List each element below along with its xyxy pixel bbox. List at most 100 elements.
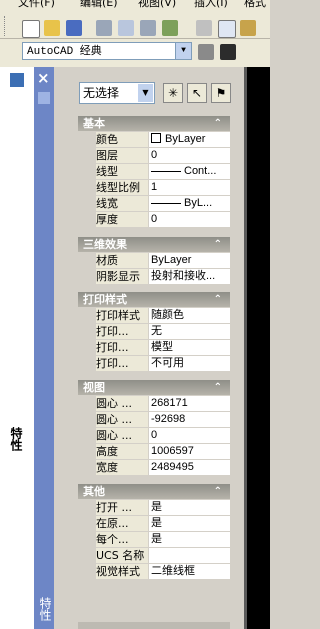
property-row[interactable]: 图层 0 xyxy=(78,147,230,163)
property-value[interactable]: 1 xyxy=(149,180,230,195)
menu-format[interactable]: 格式 xyxy=(244,0,266,8)
menu-view[interactable]: 视图(V) xyxy=(138,0,176,8)
group-title: 打印样式 xyxy=(83,293,127,306)
standard-toolbar xyxy=(0,8,270,39)
property-value[interactable]: 二维线框 xyxy=(149,564,230,579)
color-swatch-icon xyxy=(151,133,161,143)
property-row[interactable]: 打印... 无 xyxy=(78,323,230,339)
collapse-chevron-icon[interactable]: ⌃ xyxy=(214,484,222,499)
group-header[interactable]: 视图 ⌃ xyxy=(78,380,230,395)
property-value[interactable]: 0 xyxy=(149,428,230,443)
select-objects-icon[interactable]: ↖ xyxy=(187,83,207,103)
drawing-canvas[interactable] xyxy=(244,67,270,629)
copy-icon[interactable] xyxy=(218,20,236,38)
collapse-chevron-icon[interactable]: ⌃ xyxy=(214,292,222,307)
palette-title-bar[interactable]: × 特性 xyxy=(34,67,54,629)
paste-icon[interactable] xyxy=(240,20,256,36)
property-row[interactable]: 每个... 是 xyxy=(78,531,230,547)
menu-insert[interactable]: 插入(I) xyxy=(194,0,228,8)
property-value[interactable]: 268171 xyxy=(149,396,230,411)
property-value-text: 模型 xyxy=(151,341,173,353)
quick-select-icon[interactable]: ⚑ xyxy=(211,83,231,103)
palette-title: 特性 xyxy=(9,427,23,451)
property-value[interactable]: 0 xyxy=(149,148,230,163)
group-header[interactable]: 打印样式 ⌃ xyxy=(78,292,230,307)
property-label: 视觉样式 xyxy=(96,564,148,579)
toggle-pickadd-icon[interactable]: ✳ xyxy=(163,83,183,103)
property-value[interactable]: 是 xyxy=(149,532,230,547)
property-group: 三维效果 ⌃ 材质 ByLayer 阴影显示 投射和接收... xyxy=(78,237,230,284)
selection-dropdown[interactable]: 无选择 ▼ xyxy=(79,82,155,104)
property-row[interactable]: 材质 ByLayer xyxy=(78,252,230,268)
property-row[interactable]: 线宽 ByL... xyxy=(78,195,230,211)
property-value[interactable]: 投射和接收... xyxy=(149,269,230,284)
save-icon[interactable] xyxy=(66,20,82,36)
group-title: 其他 xyxy=(83,485,105,498)
property-row[interactable]: 圆心 ... 0 xyxy=(78,427,230,443)
property-row[interactable]: 视觉样式 二维线框 xyxy=(78,563,230,579)
workspace-dropdown[interactable]: AutoCAD 经典 ▼ xyxy=(22,42,192,60)
property-value[interactable] xyxy=(149,548,230,563)
collapse-chevron-icon[interactable]: ⌃ xyxy=(214,380,222,395)
property-value-text: ByL... xyxy=(184,197,213,209)
chevron-down-icon[interactable]: ▼ xyxy=(138,84,153,102)
property-row[interactable]: 打印样式 随颜色 xyxy=(78,307,230,323)
property-row[interactable]: 宽度 2489495 xyxy=(78,459,230,475)
property-value[interactable]: 无 xyxy=(149,324,230,339)
new-file-icon[interactable] xyxy=(22,20,40,38)
collapse-chevron-icon[interactable]: ⌃ xyxy=(214,116,222,131)
property-value[interactable]: ByL... xyxy=(149,196,230,211)
autohide-icon[interactable] xyxy=(38,92,50,104)
property-row[interactable]: 高度 1006597 xyxy=(78,443,230,459)
property-value[interactable]: 不可用 xyxy=(149,356,230,371)
property-value[interactable]: ByLayer xyxy=(149,253,230,268)
property-value[interactable]: ByLayer xyxy=(149,132,230,147)
workspace-settings-icon[interactable] xyxy=(198,44,214,60)
property-row[interactable]: 线型比例 1 xyxy=(78,179,230,195)
workspace-toggle-icon[interactable] xyxy=(220,44,236,60)
property-row[interactable]: 圆心 ... 268171 xyxy=(78,395,230,411)
property-row[interactable]: 颜色 ByLayer xyxy=(78,131,230,147)
cut-icon[interactable] xyxy=(196,20,212,36)
group-title: 三维效果 xyxy=(83,238,127,251)
group-header[interactable]: 其他 ⌃ xyxy=(78,484,230,499)
property-row[interactable]: 阴影显示 投射和接收... xyxy=(78,268,230,284)
properties-icon[interactable] xyxy=(10,73,24,87)
property-group: 打印样式 ⌃ 打印样式 随颜色 打印... 无打印... 模型 打印... 不可用 xyxy=(78,292,230,371)
property-value[interactable]: 1006597 xyxy=(149,444,230,459)
property-value[interactable]: 模型 xyxy=(149,340,230,355)
group-header[interactable]: 三维效果 ⌃ xyxy=(78,237,230,252)
chevron-down-icon[interactable]: ▼ xyxy=(175,43,191,59)
property-row[interactable]: 在原... 是 xyxy=(78,515,230,531)
property-value[interactable]: 0 xyxy=(149,212,230,227)
property-value[interactable]: 是 xyxy=(149,516,230,531)
close-icon[interactable]: × xyxy=(37,69,50,87)
property-row[interactable]: UCS 名称 xyxy=(78,547,230,563)
property-value[interactable]: -92698 xyxy=(149,412,230,427)
group-header[interactable]: 基本 ⌃ xyxy=(78,116,230,131)
property-value-text: 1006597 xyxy=(151,445,194,457)
property-value[interactable]: Cont... xyxy=(149,164,230,179)
property-value[interactable]: 随颜色 xyxy=(149,308,230,323)
menu-edit[interactable]: 编辑(E) xyxy=(80,0,118,8)
property-row[interactable]: 线型 Cont... xyxy=(78,163,230,179)
publish-icon[interactable] xyxy=(140,20,156,36)
property-row[interactable]: 打印... 不可用 xyxy=(78,355,230,371)
property-value[interactable]: 是 xyxy=(149,500,230,515)
property-row[interactable]: 打印... 模型 xyxy=(78,339,230,355)
property-row[interactable]: 打开 ... 是 xyxy=(78,499,230,515)
property-row[interactable]: 厚度 0 xyxy=(78,211,230,227)
property-row[interactable]: 圆心 ... -92698 xyxy=(78,411,230,427)
property-value-text: 二维线框 xyxy=(151,565,195,577)
property-label: 厚度 xyxy=(96,212,148,227)
open-file-icon[interactable] xyxy=(44,20,60,36)
menu-file[interactable]: 文件(F) xyxy=(18,0,55,8)
print-preview-icon[interactable] xyxy=(118,20,134,36)
property-value[interactable]: 2489495 xyxy=(149,460,230,475)
print-icon[interactable] xyxy=(96,20,112,36)
collapse-chevron-icon[interactable]: ⌃ xyxy=(214,237,222,252)
property-label: 在原... xyxy=(96,516,148,531)
plot-icon[interactable] xyxy=(162,20,178,36)
toolbar-grip[interactable] xyxy=(4,16,8,36)
property-value-text: 0 xyxy=(151,213,158,225)
